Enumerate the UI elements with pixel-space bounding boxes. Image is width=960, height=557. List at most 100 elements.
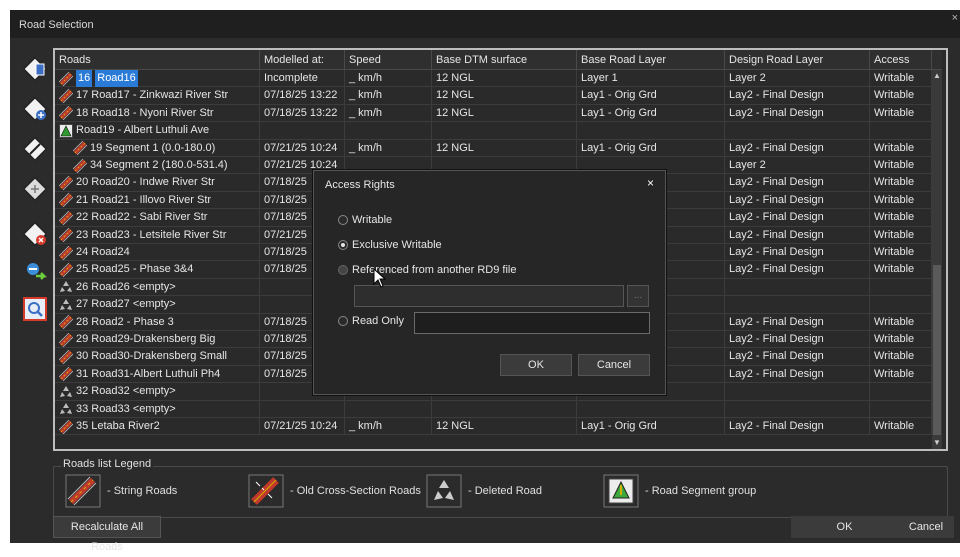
column-header[interactable]: Roads — [55, 50, 260, 70]
window-title: Road Selection — [19, 19, 94, 31]
road-name-cell[interactable]: 28 Road2 - Phase 3 — [55, 313, 260, 331]
road-name-cell[interactable]: 34 Segment 2 (180.0-531.4) — [55, 157, 260, 174]
access-cell[interactable]: Writable — [870, 139, 932, 157]
table-row[interactable]: 35 Letaba River2 07/21/25 10:24 _ km/h 12 NG… — [55, 418, 942, 436]
access-cell[interactable] — [870, 383, 932, 401]
scroll-thumb[interactable] — [933, 265, 941, 435]
scroll-down-icon[interactable]: ▼ — [932, 437, 942, 449]
column-header[interactable]: Modelled at: — [260, 50, 345, 70]
legend-label-deleted-road: - Deleted Road — [468, 485, 542, 497]
access-cell[interactable]: Writable — [870, 313, 932, 331]
open-road-button[interactable] — [18, 52, 52, 86]
zoom-road-icon — [23, 297, 47, 321]
read-only-field[interactable] — [414, 312, 650, 334]
road-name-cell[interactable]: 21 Road21 - Illovo River Str — [55, 191, 260, 209]
road-label: Road2 - Phase 3 — [91, 315, 174, 328]
access-cell[interactable]: Writable — [870, 348, 932, 366]
radio-read-only[interactable]: Read Only — [338, 315, 404, 327]
browse-button[interactable]: ... — [627, 285, 649, 307]
access-cell[interactable]: Writable — [870, 418, 932, 435]
table-row[interactable]: 18 Road18 - Nyoni River Str 07/18/25 13:22… — [55, 104, 942, 123]
radio-exclusive-writable[interactable]: Exclusive Writable — [338, 239, 442, 251]
table-row[interactable]: 19 Segment 1 (0.0-180.0) 07/21/25 10:24 _ k… — [55, 139, 942, 157]
access-cell[interactable]: Writable — [870, 331, 932, 348]
design-layer-cell: Layer 2 — [725, 70, 870, 87]
access-cell[interactable] — [870, 296, 932, 314]
road-name-cell[interactable]: 29 Road29-Drakensberg Big — [55, 331, 260, 348]
table-row[interactable]: 33 Road33 <empty> — [55, 400, 942, 418]
table-row[interactable]: Road19 - Albert Luthuli Ave — [55, 122, 942, 140]
column-header[interactable]: Speed — [345, 50, 432, 70]
road-name-cell[interactable]: 27 Road27 <empty> — [55, 296, 260, 314]
design-layer-cell: Lay2 - Final Design — [725, 348, 870, 366]
road-name-cell[interactable]: 32 Road32 <empty> — [55, 383, 260, 401]
road-settings-button[interactable] — [18, 132, 52, 166]
access-cell[interactable] — [870, 278, 932, 296]
dialog-cancel-button[interactable]: Cancel — [578, 354, 650, 376]
radio-writable[interactable]: Writable — [338, 214, 392, 226]
dialog-close-icon[interactable]: × — [647, 176, 654, 190]
table-row[interactable]: 16 Road16 Incomplete _ km/h 12 NGL Layer 1 Lay… — [55, 70, 942, 88]
scroll-up-icon[interactable]: ▲ — [932, 70, 942, 82]
road-name-cell[interactable]: 17 Road17 - Zinkwazi River Str — [55, 87, 260, 105]
access-cell[interactable]: Writable — [870, 244, 932, 261]
road-name-cell[interactable]: 16 Road16 — [55, 70, 260, 87]
column-header[interactable]: Design Road Layer — [725, 50, 870, 70]
road-name-cell[interactable]: 24 Road24 — [55, 244, 260, 261]
road-name-cell[interactable]: 22 Road22 - Sabi River Str — [55, 209, 260, 227]
string-road-icon — [65, 474, 101, 508]
road-label: Road19 - Albert Luthuli Ave — [76, 124, 210, 137]
reference-file-field[interactable] — [354, 285, 624, 307]
column-header[interactable]: Access — [870, 50, 932, 70]
vertical-scrollbar[interactable]: ▲ ▼ — [932, 70, 942, 449]
access-cell[interactable] — [870, 400, 932, 418]
cancel-button[interactable]: Cancel — [898, 516, 954, 538]
dialog-ok-button[interactable]: OK — [500, 354, 572, 376]
access-cell[interactable]: Writable — [870, 174, 932, 192]
road-name-cell[interactable]: Road19 - Albert Luthuli Ave — [55, 122, 260, 140]
recalculate-all-roads-button[interactable]: Recalculate All Roads — [53, 516, 161, 553]
column-header[interactable]: Base DTM surface — [432, 50, 577, 70]
column-header[interactable]: Base Road Layer — [577, 50, 725, 70]
table-row[interactable]: 17 Road17 - Zinkwazi River Str 07/18/25 13… — [55, 87, 942, 105]
road-number: 27 — [76, 298, 89, 311]
road-number: 31 — [76, 367, 89, 380]
access-cell[interactable]: Writable — [870, 226, 932, 244]
road-grid-icon — [22, 176, 48, 202]
access-cell[interactable]: Writable — [870, 261, 932, 279]
road-number: 18 — [76, 106, 89, 119]
road-name-cell[interactable]: 26 Road26 <empty> — [55, 278, 260, 296]
access-cell[interactable]: Writable — [870, 104, 932, 122]
road-name-cell[interactable]: 18 Road18 - Nyoni River Str — [55, 104, 260, 122]
close-icon[interactable]: × — [952, 12, 958, 24]
road-name-cell[interactable]: 20 Road20 - Indwe River Str — [55, 174, 260, 192]
road-name-cell[interactable]: 19 Segment 1 (0.0-180.0) — [55, 139, 260, 157]
road-name-cell[interactable]: 23 Road23 - Letsitele River Str — [55, 226, 260, 244]
access-cell[interactable]: Writable — [870, 365, 932, 383]
design-layer-cell: Lay2 - Final Design — [725, 244, 870, 261]
road-name-cell[interactable]: 25 Road25 - Phase 3&4 — [55, 261, 260, 279]
road-name-cell[interactable]: 35 Letaba River2 — [55, 418, 260, 435]
access-cell[interactable]: Writable — [870, 87, 932, 105]
base-layer-cell: Layer 1 — [577, 70, 725, 87]
zoom-road-button[interactable] — [18, 292, 52, 326]
access-cell[interactable] — [870, 122, 932, 140]
access-cell[interactable]: Writable — [870, 70, 932, 87]
string-road-icon — [58, 332, 74, 347]
access-cell[interactable]: Writable — [870, 209, 932, 227]
add-road-button[interactable] — [18, 92, 52, 126]
delete-road-button[interactable] — [18, 217, 52, 251]
road-grid-button[interactable] — [18, 172, 52, 206]
string-road-icon — [58, 419, 74, 434]
road-name-cell[interactable]: 31 Road31-Albert Luthuli Ph4 — [55, 365, 260, 383]
legend-label-segment-group: - Road Segment group — [645, 485, 757, 497]
road-name-cell[interactable]: 33 Road33 <empty> — [55, 400, 260, 418]
open-road-icon — [22, 56, 48, 82]
road-name-cell[interactable]: 30 Road30-Drakensberg Small — [55, 348, 260, 366]
access-cell[interactable]: Writable — [870, 157, 932, 174]
ok-button[interactable]: OK — [791, 516, 898, 538]
radio-referenced[interactable]: Referenced from another RD9 file — [338, 264, 516, 276]
transfer-road-button[interactable] — [18, 254, 52, 288]
access-cell[interactable]: Writable — [870, 191, 932, 209]
road-label: Road33 <empty> — [91, 402, 176, 415]
